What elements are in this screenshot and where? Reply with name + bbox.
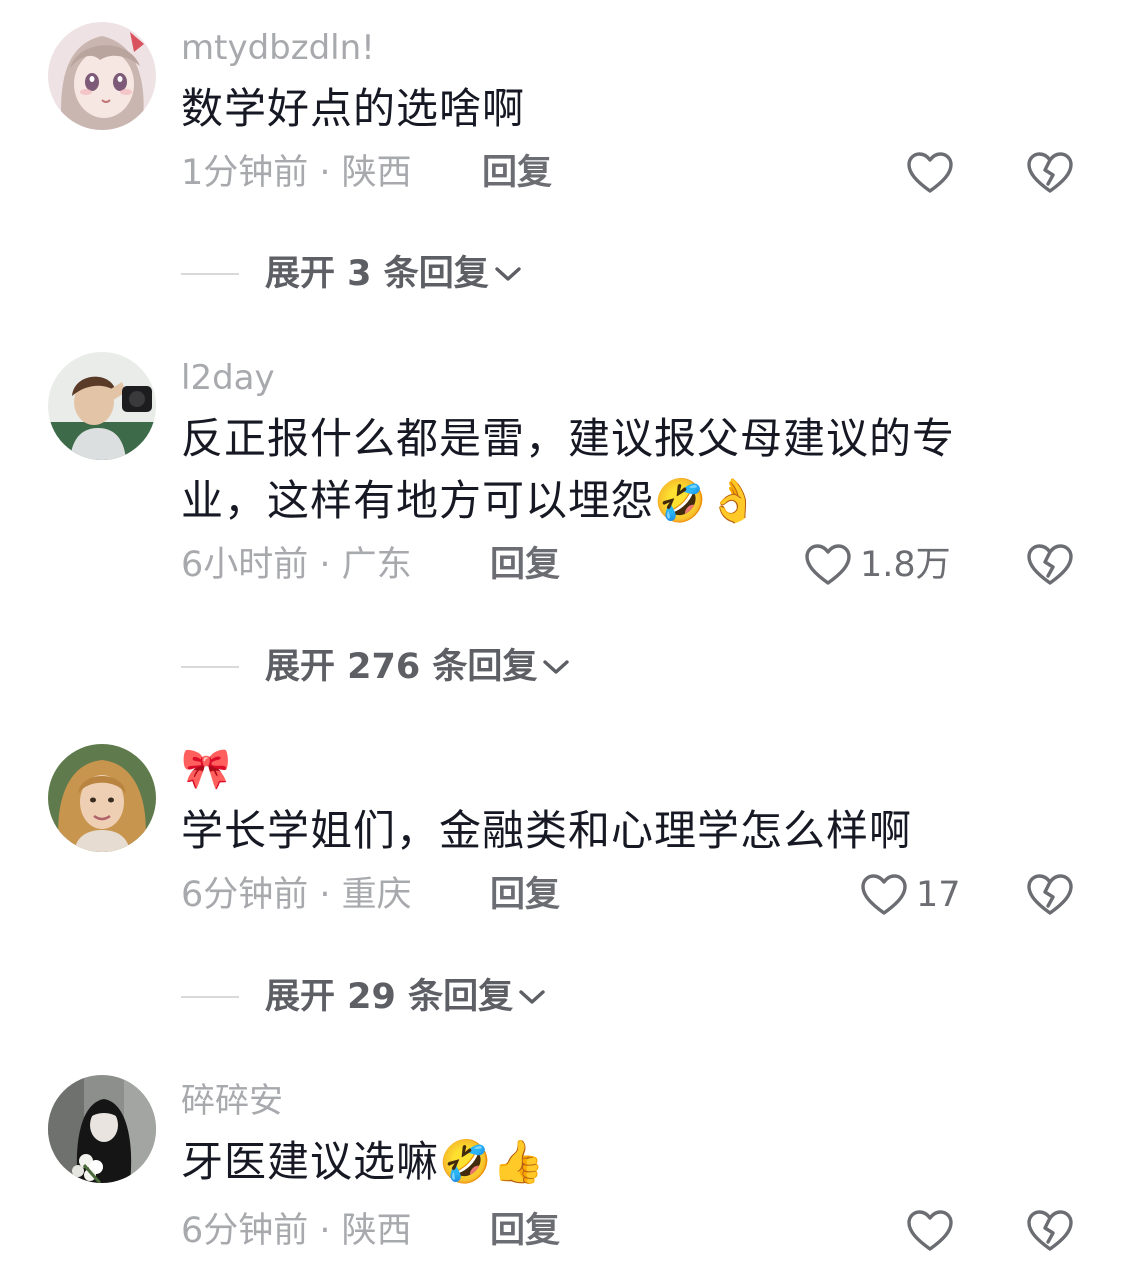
comment-time-location: 1分钟前 · 陕西	[181, 153, 412, 193]
broken-heart-icon	[1027, 1210, 1073, 1251]
comment-item: mtydbzdln! 数学好点的选啥啊 1分钟前 · 陕西 回复 展开 3 条回…	[0, 22, 1125, 322]
dislike-button[interactable]	[1026, 543, 1074, 587]
avatar[interactable]	[48, 744, 156, 852]
like-button[interactable]: 17	[860, 873, 961, 917]
expand-replies-label: 展开 276 条回复	[265, 647, 538, 687]
username[interactable]: 🎀	[181, 746, 231, 792]
chevron-down-icon	[519, 990, 545, 1004]
anime-girl-avatar-icon	[48, 22, 156, 130]
reply-button[interactable]: 回复	[482, 151, 552, 195]
divider-line	[181, 666, 239, 668]
comment-time-location: 6分钟前 · 重庆	[181, 875, 412, 915]
comment-time-location: 6小时前 · 广东	[181, 545, 412, 585]
username[interactable]: 碎碎安	[181, 1081, 283, 1121]
heart-outline-icon	[907, 152, 953, 193]
expand-replies-button[interactable]: 展开 3 条回复	[181, 252, 523, 296]
reply-button[interactable]: 回复	[490, 873, 560, 917]
broken-heart-icon	[1027, 544, 1073, 585]
comment-text: 牙医建议选嘛🤣👍	[181, 1137, 546, 1186]
heart-outline-icon	[805, 544, 851, 585]
like-count: 17	[916, 875, 961, 915]
comment-text: 数学好点的选啥啊	[181, 84, 526, 133]
broken-heart-icon	[1027, 874, 1073, 915]
like-button[interactable]	[906, 1209, 954, 1253]
comment-item: 🎀 学长学姐们，金融类和心理学怎么样啊 6分钟前 · 重庆 回复 17 展开 2…	[0, 744, 1125, 1044]
photo-girl-flowers-avatar-icon	[48, 1075, 156, 1183]
comment-text: 学长学姐们，金融类和心理学怎么样啊	[181, 806, 913, 855]
chevron-down-icon	[543, 660, 570, 674]
avatar[interactable]	[48, 1075, 156, 1183]
avatar[interactable]	[48, 22, 156, 130]
like-count: 1.8万	[860, 545, 951, 585]
avatar[interactable]	[48, 352, 156, 460]
comment-time-location: 6分钟前 · 陕西	[181, 1211, 412, 1251]
username[interactable]: mtydbzdln!	[181, 28, 375, 68]
dislike-button[interactable]	[1026, 873, 1074, 917]
comment-text: 反正报什么都是雷，建议报父母建议的专业，这样有地方可以埋怨🤣👌	[181, 414, 956, 525]
reply-button[interactable]: 回复	[490, 1209, 560, 1253]
divider-line	[181, 273, 239, 275]
expand-replies-button[interactable]: 展开 276 条回复	[181, 645, 571, 689]
photo-woman-avatar-icon	[48, 744, 156, 852]
comment-item: l2day 反正报什么都是雷，建议报父母建议的专业，这样有地方可以埋怨🤣👌 6小…	[0, 352, 1125, 712]
photo-person-avatar-icon	[48, 352, 156, 460]
like-button[interactable]	[906, 151, 954, 195]
like-button[interactable]: 1.8万	[804, 543, 951, 587]
dislike-button[interactable]	[1026, 151, 1074, 195]
expand-replies-label: 展开 29 条回复	[265, 977, 514, 1017]
comment-item: 碎碎安 牙医建议选嘛🤣👍 6分钟前 · 陕西 回复	[0, 1075, 1125, 1269]
expand-replies-button[interactable]: 展开 29 条回复	[181, 975, 547, 1019]
divider-line	[181, 996, 239, 998]
username[interactable]: l2day	[181, 358, 275, 398]
reply-button[interactable]: 回复	[490, 543, 560, 587]
heart-outline-icon	[861, 874, 907, 915]
dislike-button[interactable]	[1026, 1209, 1074, 1253]
heart-outline-icon	[907, 1210, 953, 1251]
expand-replies-label: 展开 3 条回复	[265, 254, 489, 294]
chevron-down-icon	[495, 267, 521, 281]
broken-heart-icon	[1027, 152, 1073, 193]
